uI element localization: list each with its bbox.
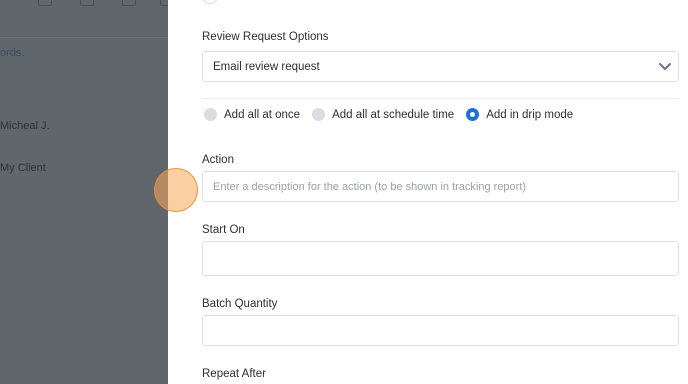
divider: [202, 98, 679, 99]
background-contact-name: Micheal J.: [0, 120, 50, 132]
background-text: ords.: [0, 47, 25, 59]
review-request-drawer: Review Request Options Email review requ…: [168, 0, 688, 384]
radio-label: Add in drip mode: [486, 108, 574, 121]
start-on-input[interactable]: [202, 241, 679, 276]
radio-label: Add all at once: [224, 108, 301, 121]
chevron-down-icon: [659, 63, 671, 70]
status-circle-icon: [202, 0, 218, 4]
add-mode-radio-group: Add all at once Add all at schedule time…: [204, 108, 585, 121]
toolbar-icon: [160, 0, 168, 6]
batch-quantity-label: Batch Quantity: [202, 298, 278, 310]
review-request-select[interactable]: Email review request: [202, 51, 679, 82]
background-contact-group: My Client: [0, 162, 46, 174]
review-request-options-label: Review Request Options: [202, 31, 329, 43]
radio-add-all-at-schedule-time[interactable]: Add all at schedule time: [312, 108, 454, 121]
radio-add-in-drip-mode[interactable]: Add in drip mode: [466, 108, 573, 121]
batch-quantity-input[interactable]: [202, 315, 679, 346]
background-toolbar: [0, 0, 168, 38]
radio-checked-icon: [466, 108, 480, 121]
radio-circle-icon: [204, 108, 217, 121]
background-page-overlay[interactable]: ords. Micheal J. My Client: [0, 0, 168, 384]
toolbar-icon: [38, 0, 52, 6]
radio-add-all-at-once[interactable]: Add all at once: [204, 108, 300, 121]
cursor-click-indicator: [154, 168, 198, 212]
action-label: Action: [202, 154, 234, 166]
radio-label: Add all at schedule time: [332, 108, 455, 121]
toolbar-icon: [80, 0, 94, 6]
toolbar-icon: [122, 0, 136, 6]
radio-circle-icon: [312, 108, 326, 121]
repeat-after-label: Repeat After: [202, 368, 266, 380]
action-input[interactable]: [202, 171, 679, 202]
start-on-label: Start On: [202, 224, 245, 236]
review-request-selected-value: Email review request: [213, 61, 320, 73]
